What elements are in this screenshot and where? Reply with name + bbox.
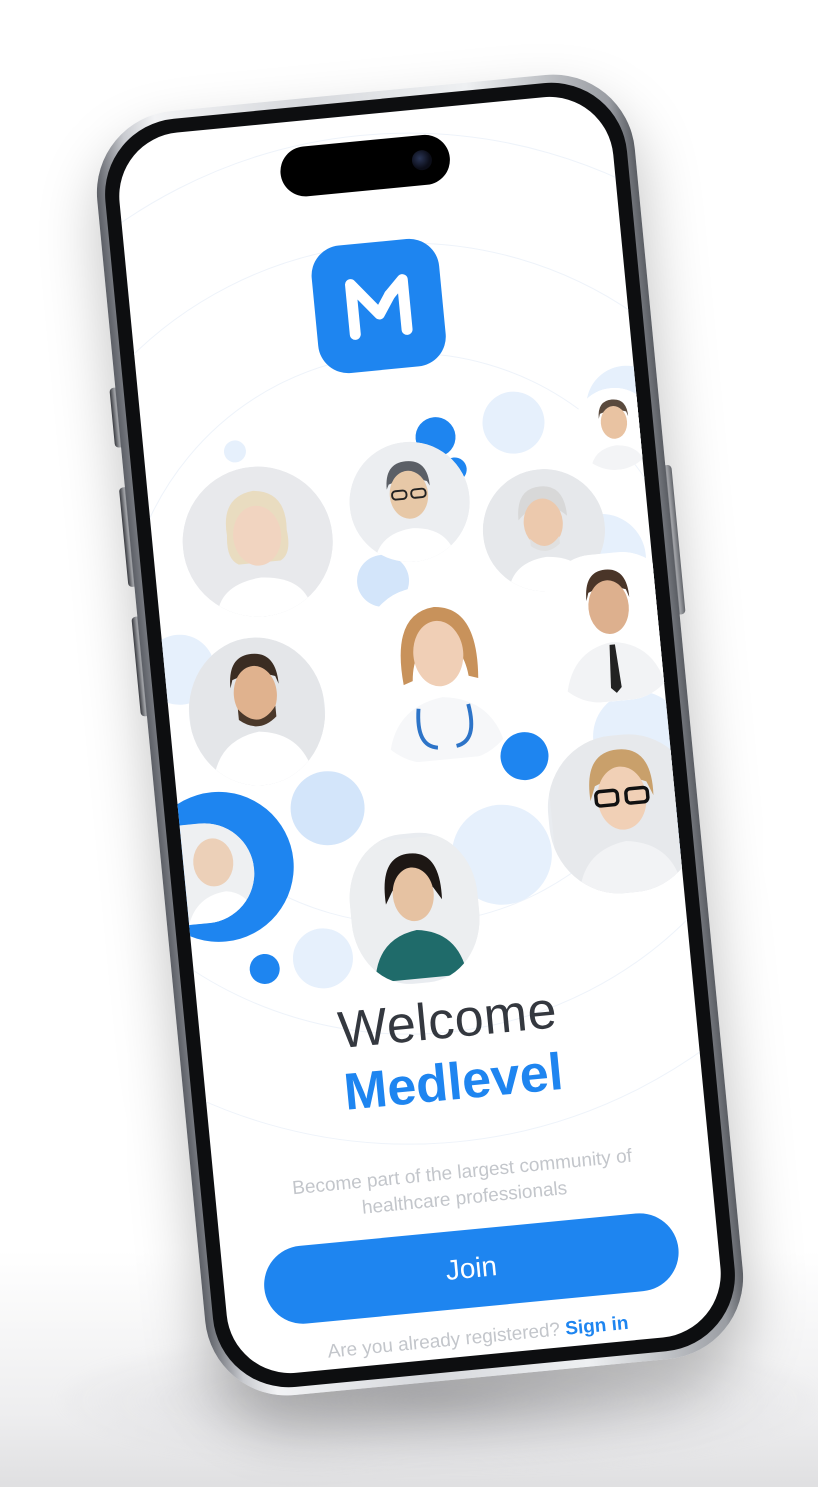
m-logo-glyph-icon — [345, 274, 413, 340]
medlevel-logo-icon — [308, 236, 449, 376]
phone-device: Welcome Medlevel Become part of the larg… — [89, 67, 751, 1403]
front-camera-icon — [411, 149, 433, 172]
product-mockup: Welcome Medlevel Become part of the larg… — [0, 0, 818, 1487]
